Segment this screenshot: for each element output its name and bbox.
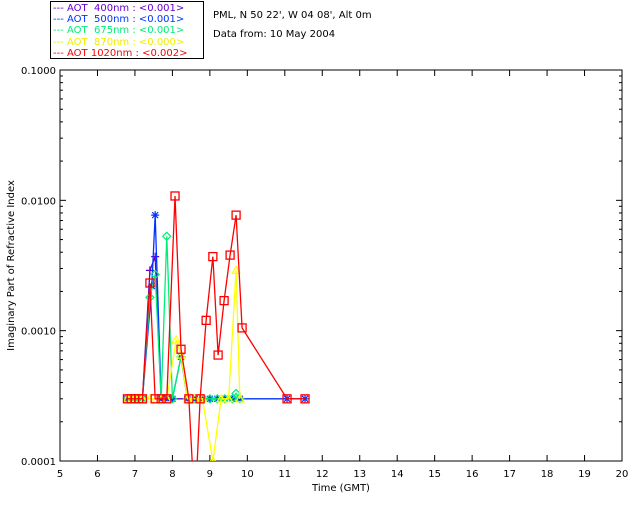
data-point xyxy=(151,252,160,261)
x-axis-label: Time (GMT) xyxy=(311,483,370,494)
plot-area: 5 6 7 8 9 10 11 12 13 14 15 16 17 18 19 20 0.0001 0.0010 0… xyxy=(6,66,629,494)
x-tick-label: 17 xyxy=(503,469,516,480)
y-tick-label: 0.0001 xyxy=(21,457,56,468)
y-axis-label: Imaginary Part of Refractive Index xyxy=(6,180,17,351)
data-point xyxy=(151,211,160,220)
x-tick-label: 5 xyxy=(57,469,63,480)
x-tick-label: 6 xyxy=(94,469,100,480)
chart-window: --- AOT 400nm : <0.001> --- AOT 500nm : … xyxy=(0,0,640,512)
x-tick-label: 11 xyxy=(278,469,291,480)
x-tick-label: 16 xyxy=(466,469,479,480)
y-tick-label: 0.0100 xyxy=(21,196,56,207)
y-tick-label: 0.0010 xyxy=(21,327,56,338)
x-tick-label: 12 xyxy=(316,469,329,480)
x-tick-label: 20 xyxy=(616,469,629,480)
x-tick-label: 18 xyxy=(541,469,554,480)
series-group xyxy=(122,191,310,461)
x-tick-label: 10 xyxy=(241,469,254,480)
y-tick-label: 0.1000 xyxy=(21,66,56,77)
x-tick-label: 9 xyxy=(207,469,213,480)
x-tick-label: 8 xyxy=(169,469,175,480)
x-tick-label: 15 xyxy=(428,469,441,480)
x-tick-label: 7 xyxy=(132,469,138,480)
x-tick-label: 13 xyxy=(353,469,366,480)
x-tick-label: 19 xyxy=(578,469,591,480)
x-tick-label: 14 xyxy=(391,469,404,480)
